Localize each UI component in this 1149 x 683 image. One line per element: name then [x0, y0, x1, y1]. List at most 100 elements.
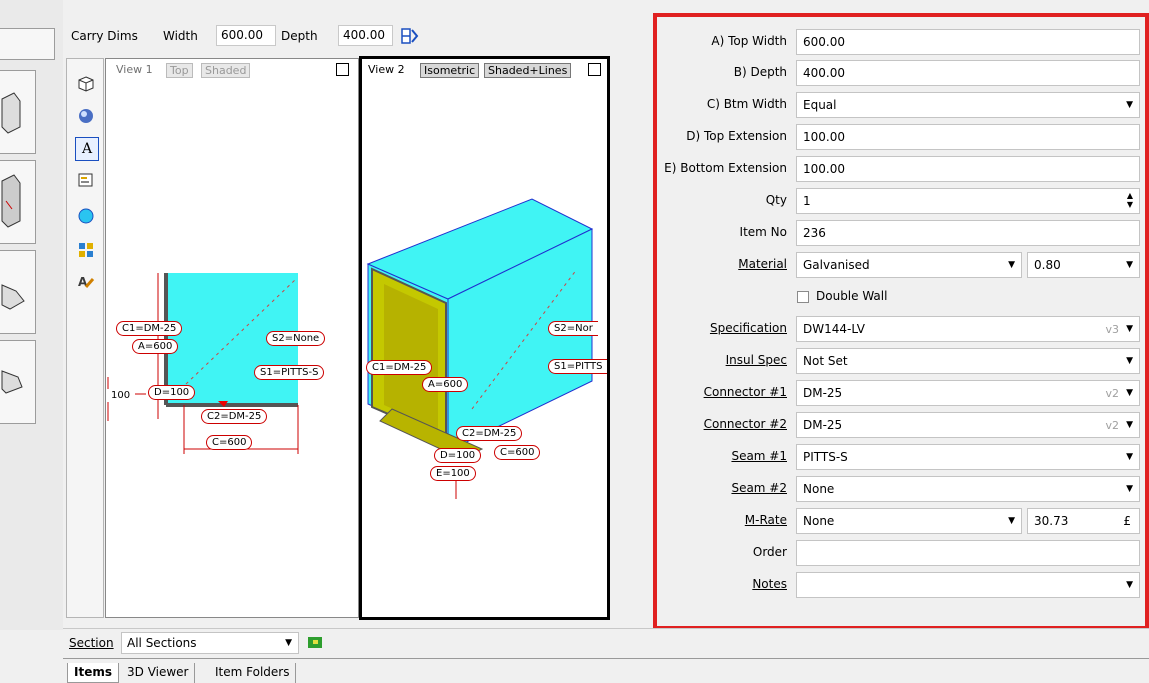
tab-3d-viewer[interactable]: 3D Viewer	[121, 663, 196, 683]
item-no-input[interactable]: 236	[796, 220, 1140, 246]
view1-s2-label[interactable]: S2=None	[266, 331, 326, 346]
insul-spec-label[interactable]: Insul Spec	[726, 353, 787, 367]
btm-width-label: C) Btm Width	[706, 97, 787, 111]
connector1-select[interactable]: DM-25 v2	[796, 380, 1140, 406]
double-wall-label: Double Wall	[816, 289, 888, 303]
connector1-value: DM-25	[803, 386, 843, 400]
view1-c1-label[interactable]: C1=DM-25	[116, 321, 183, 336]
double-wall-checkbox[interactable]	[797, 291, 809, 303]
carry-dims-toolbar: Carry Dims Width 600.00 Depth 400.00	[63, 22, 653, 50]
connector2-select[interactable]: DM-25 v2	[796, 412, 1140, 438]
view2-e-label[interactable]: E=100	[430, 466, 476, 481]
section-label[interactable]: Section	[69, 636, 114, 650]
item-properties-panel: A) Top Width 600.00 B) Depth 400.00 C) B…	[653, 13, 1149, 630]
qty-stepper[interactable]: 1 ▲ ▼	[796, 188, 1140, 214]
seam2-label[interactable]: Seam #2	[731, 481, 787, 495]
gauge-select[interactable]: 0.80	[1027, 252, 1140, 278]
m-rate-value: None	[803, 514, 835, 528]
connector1-version: v2	[1105, 387, 1119, 400]
m-rate-label[interactable]: M-Rate	[745, 513, 787, 527]
m-rate-amount: 30.73	[1034, 514, 1069, 528]
view2-a-label[interactable]: A=600	[422, 377, 469, 392]
insul-spec-select[interactable]: Not Set	[796, 348, 1140, 374]
notes-label[interactable]: Notes	[752, 577, 787, 591]
carry-dims-label: Carry Dims	[71, 29, 138, 43]
connector2-label[interactable]: Connector #2	[704, 417, 787, 431]
top-width-input[interactable]: 600.00	[796, 29, 1140, 55]
material-label[interactable]: Material	[738, 257, 787, 271]
depth-input[interactable]: 400.00	[338, 25, 393, 46]
btm-width-select[interactable]: Equal	[796, 92, 1140, 118]
notes-select[interactable]	[796, 572, 1140, 598]
qty-value: 1	[803, 194, 811, 208]
side-shape-button-2[interactable]	[0, 160, 36, 244]
bottom-tabs-bar: Items 3D Viewer Item Folders	[63, 658, 1149, 683]
chevron-down-icon: ▼	[285, 638, 292, 648]
seam1-label[interactable]: Seam #1	[731, 449, 787, 463]
connector2-version: v2	[1105, 419, 1119, 432]
view-tools-toolbar: A A	[66, 58, 104, 618]
flat-duct-icon	[1, 284, 25, 310]
sphere-render-icon[interactable]	[75, 105, 97, 127]
text-annotation-icon[interactable]: A	[75, 137, 99, 161]
view2-c-label[interactable]: C=600	[494, 445, 541, 460]
view1-s1-label[interactable]: S1=PITTS-S	[254, 365, 325, 380]
seam1-value: PITTS-S	[803, 450, 848, 464]
width-input[interactable]: 600.00	[216, 25, 276, 46]
width-label: Width	[163, 29, 198, 43]
btm-width-value: Equal	[803, 98, 837, 112]
view2-s2-label[interactable]: S2=Nor	[548, 321, 598, 336]
side-shape-button-1[interactable]	[0, 70, 36, 154]
order-input[interactable]	[796, 540, 1140, 566]
specification-version: v3	[1105, 323, 1119, 336]
view2-c2-label[interactable]: C2=DM-25	[456, 426, 523, 441]
left-side-panel	[0, 0, 63, 630]
view1-d-label[interactable]: D=100	[148, 385, 196, 400]
text-style-icon[interactable]: A	[75, 271, 97, 293]
shape-circle-icon[interactable]	[75, 205, 97, 227]
seam1-select[interactable]: PITTS-S	[796, 444, 1140, 470]
m-rate-select[interactable]: None	[796, 508, 1022, 534]
depth-field[interactable]: 400.00	[796, 60, 1140, 86]
view1-panel[interactable]: View 1 Top Shaded C1=DM-25 A=600 S2=None…	[105, 58, 359, 618]
side-tab-header[interactable]	[0, 28, 55, 60]
grid-layout-icon[interactable]	[75, 239, 97, 261]
seam2-select[interactable]: None	[796, 476, 1140, 502]
section-folder-icon[interactable]	[307, 635, 323, 649]
order-label: Order	[752, 545, 787, 559]
stepper-arrows-icon[interactable]: ▲ ▼	[1127, 191, 1133, 209]
m-rate-amount-input[interactable]: 30.73 £	[1027, 508, 1140, 534]
carry-dims-icon[interactable]	[401, 27, 419, 45]
view2-s1-label[interactable]: S1=PITTS	[548, 359, 608, 374]
depth-label: B) Depth	[733, 65, 787, 79]
top-extension-label: D) Top Extension	[686, 129, 787, 143]
seam2-value: None	[803, 482, 835, 496]
specification-select[interactable]: DW144-LV v3	[796, 316, 1140, 342]
view1-c-label[interactable]: C=600	[206, 435, 253, 450]
connector1-label[interactable]: Connector #1	[704, 385, 787, 399]
tab-item-folders[interactable]: Item Folders	[209, 663, 297, 683]
gauge-value: 0.80	[1034, 258, 1061, 272]
depth-label: Depth	[281, 29, 318, 43]
view2-drawing	[366, 198, 594, 499]
specification-label[interactable]: Specification	[710, 321, 787, 335]
material-select[interactable]: Galvanised	[796, 252, 1022, 278]
view1-a-label[interactable]: A=600	[132, 339, 179, 354]
properties-icon[interactable]	[75, 169, 97, 191]
side-shape-button-3[interactable]	[0, 250, 36, 334]
bottom-extension-input[interactable]: 100.00	[796, 156, 1140, 182]
duct-icon	[1, 92, 21, 134]
view2-panel[interactable]: View 2 Isometric Shaded+Lines C1=DM-25 A…	[359, 56, 610, 620]
section-select[interactable]: All Sections ▼	[121, 632, 299, 654]
cube-view-icon[interactable]	[75, 73, 97, 95]
tray-icon	[1, 370, 23, 394]
tab-items[interactable]: Items	[67, 663, 119, 683]
section-value: All Sections	[127, 636, 197, 650]
view1-c2-label[interactable]: C2=DM-25	[201, 409, 268, 424]
top-extension-input[interactable]: 100.00	[796, 124, 1140, 150]
view2-d-label[interactable]: D=100	[434, 448, 482, 463]
view2-c1-label[interactable]: C1=DM-25	[366, 360, 433, 375]
side-shape-button-4[interactable]	[0, 340, 36, 424]
insul-spec-value: Not Set	[803, 354, 848, 368]
bottom-extension-label: E) Bottom Extension	[664, 161, 787, 175]
